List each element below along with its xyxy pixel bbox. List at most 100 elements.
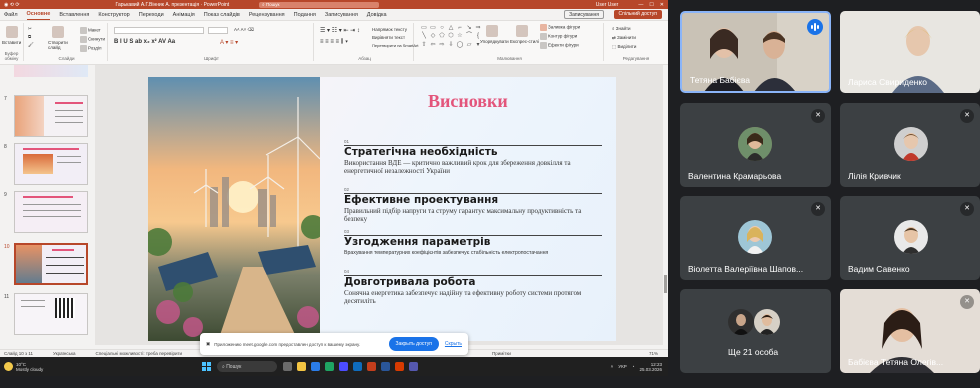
find-button[interactable]: ⌕ Знайти	[612, 26, 631, 31]
tab-view[interactable]: Подання	[294, 12, 316, 20]
font-size-field[interactable]	[208, 27, 228, 34]
new-slide-button[interactable]: Створити слайд	[48, 40, 70, 50]
stop-sharing-button[interactable]: Закрыть доступ	[388, 337, 439, 351]
participant-tile-speaking[interactable]: Тетяна Бабієва	[680, 11, 831, 93]
section-button[interactable]: Розділ	[80, 45, 101, 52]
tab-review[interactable]: Рецензування	[249, 12, 285, 20]
slide-thumbnail-10-selected[interactable]	[14, 243, 88, 285]
tab-record[interactable]: Записування	[325, 12, 358, 20]
tab-home[interactable]: Основне	[26, 11, 51, 20]
conclusion-item-4[interactable]: 04 Довготривала робота Сонячна енергетик…	[344, 269, 602, 305]
shape-effects-button[interactable]: Ефекти фігури	[540, 42, 579, 49]
start-icon[interactable]	[202, 362, 211, 371]
slide-thumbnail-partial[interactable]	[14, 65, 88, 77]
new-slide-icon[interactable]	[52, 26, 64, 38]
participant-tile[interactable]: ✕ Лілія Кривчик	[840, 103, 980, 187]
zoom-level[interactable]: 71%	[649, 351, 658, 356]
item-heading: Узгодження параметрів	[344, 236, 491, 248]
arrange-icon[interactable]	[486, 25, 498, 37]
reset-button[interactable]: Скинути	[80, 36, 105, 43]
tab-file[interactable]: Файл	[4, 12, 18, 20]
list-icons[interactable]: ☰ ▾ ☷ ▾ ⇤ ⇥ ↕	[320, 27, 360, 34]
format-painter-icon[interactable]: 🖌	[28, 42, 34, 48]
notes-button[interactable]: Примітки	[492, 351, 511, 356]
slide-thumbnail-panel[interactable]: 7 8 9 10 11	[0, 65, 95, 345]
arrange-button[interactable]: Упорядкувати	[480, 39, 509, 44]
more-participants-tile[interactable]: Ще 21 особа	[680, 289, 831, 373]
word-icon[interactable]	[381, 362, 390, 371]
language-indicator[interactable]: Українська	[53, 351, 76, 356]
maximize-icon[interactable]: ☐	[649, 2, 653, 8]
taskbar-search[interactable]: ⌕ Пошук	[217, 361, 277, 372]
participant-tile[interactable]: ✕ Валентина Крамарьова	[680, 103, 831, 187]
tab-animations[interactable]: Анімація	[173, 12, 195, 20]
vertical-scrollbar[interactable]	[663, 65, 668, 345]
align-icons[interactable]: ≡ ≡ ≡ ≡ ⫼ ▾	[320, 39, 348, 46]
tab-help[interactable]: Довідка	[367, 12, 387, 20]
item-heading: Довготривала робота	[344, 276, 476, 288]
conclusion-item-2[interactable]: 02 Ефективне проектування Правильний під…	[344, 187, 602, 223]
chrome-icon[interactable]	[325, 362, 334, 371]
edge-icon[interactable]	[311, 362, 320, 371]
close-icon[interactable]: ✕	[660, 2, 664, 8]
replace-button[interactable]: ⇄ Замінити	[612, 35, 636, 41]
shapes-gallery[interactable]: ▭ ▭ ○ △ ⌐ ↘ ⇒ ╲ ◇ ⬠ ⬡ ☆ ⌒{ ⇧ ⇦ ⇨ ⇩ ◯ ▱ ▾	[420, 25, 480, 49]
autosave-icon[interactable]: ◉ ⟲ ⟳	[4, 2, 20, 8]
tab-insert[interactable]: Вставлення	[59, 12, 89, 20]
font-size-arrows-icon[interactable]: A˄ A˅ ⌫	[234, 27, 254, 33]
participant-tile[interactable]: ✕ Бабієва Тетяна Олегів...	[840, 289, 980, 373]
tab-design[interactable]: Конструктор	[98, 12, 129, 20]
participant-tile[interactable]: Лариса Свириденко	[840, 11, 980, 93]
quick-styles-button[interactable]: Експрес-стилі	[510, 39, 539, 44]
text-direction-button[interactable]: Напрямок тексту	[372, 27, 407, 32]
font-name-field[interactable]	[114, 27, 204, 34]
user-name[interactable]: User User	[596, 2, 619, 8]
shape-outline-button[interactable]: Контур фігури	[540, 33, 577, 40]
participant-tile[interactable]: ✕ Віолетта Валеріївна Шапов...	[680, 196, 831, 280]
tray-arrow-icon[interactable]: ˄	[611, 364, 614, 369]
select-button[interactable]: ⬚ Виділити	[612, 44, 636, 50]
task-view-icon[interactable]	[283, 362, 292, 371]
keyboard-language[interactable]: УКР	[618, 364, 626, 369]
slide-thumbnail-11[interactable]	[14, 293, 88, 335]
conclusion-item-1[interactable]: 01 Стратегічна необхідність Використання…	[344, 139, 602, 175]
outlook-icon[interactable]	[353, 362, 362, 371]
store-icon[interactable]	[339, 362, 348, 371]
file-explorer-icon[interactable]	[297, 362, 306, 371]
teams-icon[interactable]	[409, 362, 418, 371]
current-slide[interactable]: Висновки 01 Стратегічна необхідність Вик…	[148, 77, 616, 341]
powerpoint-icon[interactable]	[367, 362, 376, 371]
slide-thumbnail-8[interactable]	[14, 143, 88, 185]
layout-button[interactable]: Макет	[80, 27, 101, 34]
smartart-button[interactable]: Перетворити на SmartArt	[372, 43, 419, 48]
paste-button[interactable]: Вставити	[2, 40, 21, 45]
item-heading: Ефективне проектування	[344, 194, 499, 206]
accessibility-status[interactable]: Спеціальні можливості: треба перевірити	[96, 351, 183, 356]
ribbon: Вставити Буфер обміну ✂ ⧉ 🖌 Створити сла…	[0, 21, 668, 65]
participant-tile[interactable]: ✕ Вадим Савенко	[840, 196, 980, 280]
tab-slideshow[interactable]: Показ слайдів	[204, 12, 240, 20]
font-formatting-icons[interactable]: B I U S ab x₂ x² AV Aa	[114, 39, 175, 45]
clock[interactable]: 12:23 25.03.2026	[639, 362, 662, 372]
copy-icon[interactable]: ⧉	[28, 34, 31, 39]
record-button[interactable]: Записування	[564, 10, 604, 19]
weather-widget[interactable]: 10°C Mostly cloudy	[4, 362, 114, 372]
shape-fill-button[interactable]: Заливка фігури	[540, 24, 580, 31]
quick-styles-icon[interactable]	[516, 25, 528, 37]
hide-notice-link[interactable]: Скрыть	[445, 341, 462, 347]
cut-icon[interactable]: ✂	[28, 26, 32, 32]
slide-title[interactable]: Висновки	[428, 91, 508, 112]
app-icon[interactable]	[395, 362, 404, 371]
minimize-icon[interactable]: —	[638, 2, 643, 8]
tab-transitions[interactable]: Переходи	[139, 12, 164, 20]
wifi-icon[interactable]: ◔	[632, 364, 635, 369]
paste-icon[interactable]	[6, 26, 18, 38]
slide-canvas[interactable]: Висновки 01 Стратегічна необхідність Вик…	[95, 65, 663, 345]
search-box[interactable]: ⌕ Пошук	[259, 1, 380, 8]
share-button[interactable]: Спільний доступ	[613, 10, 662, 19]
align-text-button[interactable]: Вирівняти текст	[372, 35, 405, 40]
font-color-icon[interactable]: A ▾ ≡ ▾	[220, 39, 238, 46]
slide-thumbnail-9[interactable]	[14, 191, 88, 233]
conclusion-item-3[interactable]: 03 Узгодження параметрів Врахування темп…	[344, 229, 602, 257]
slide-thumbnail-7[interactable]	[14, 95, 88, 137]
